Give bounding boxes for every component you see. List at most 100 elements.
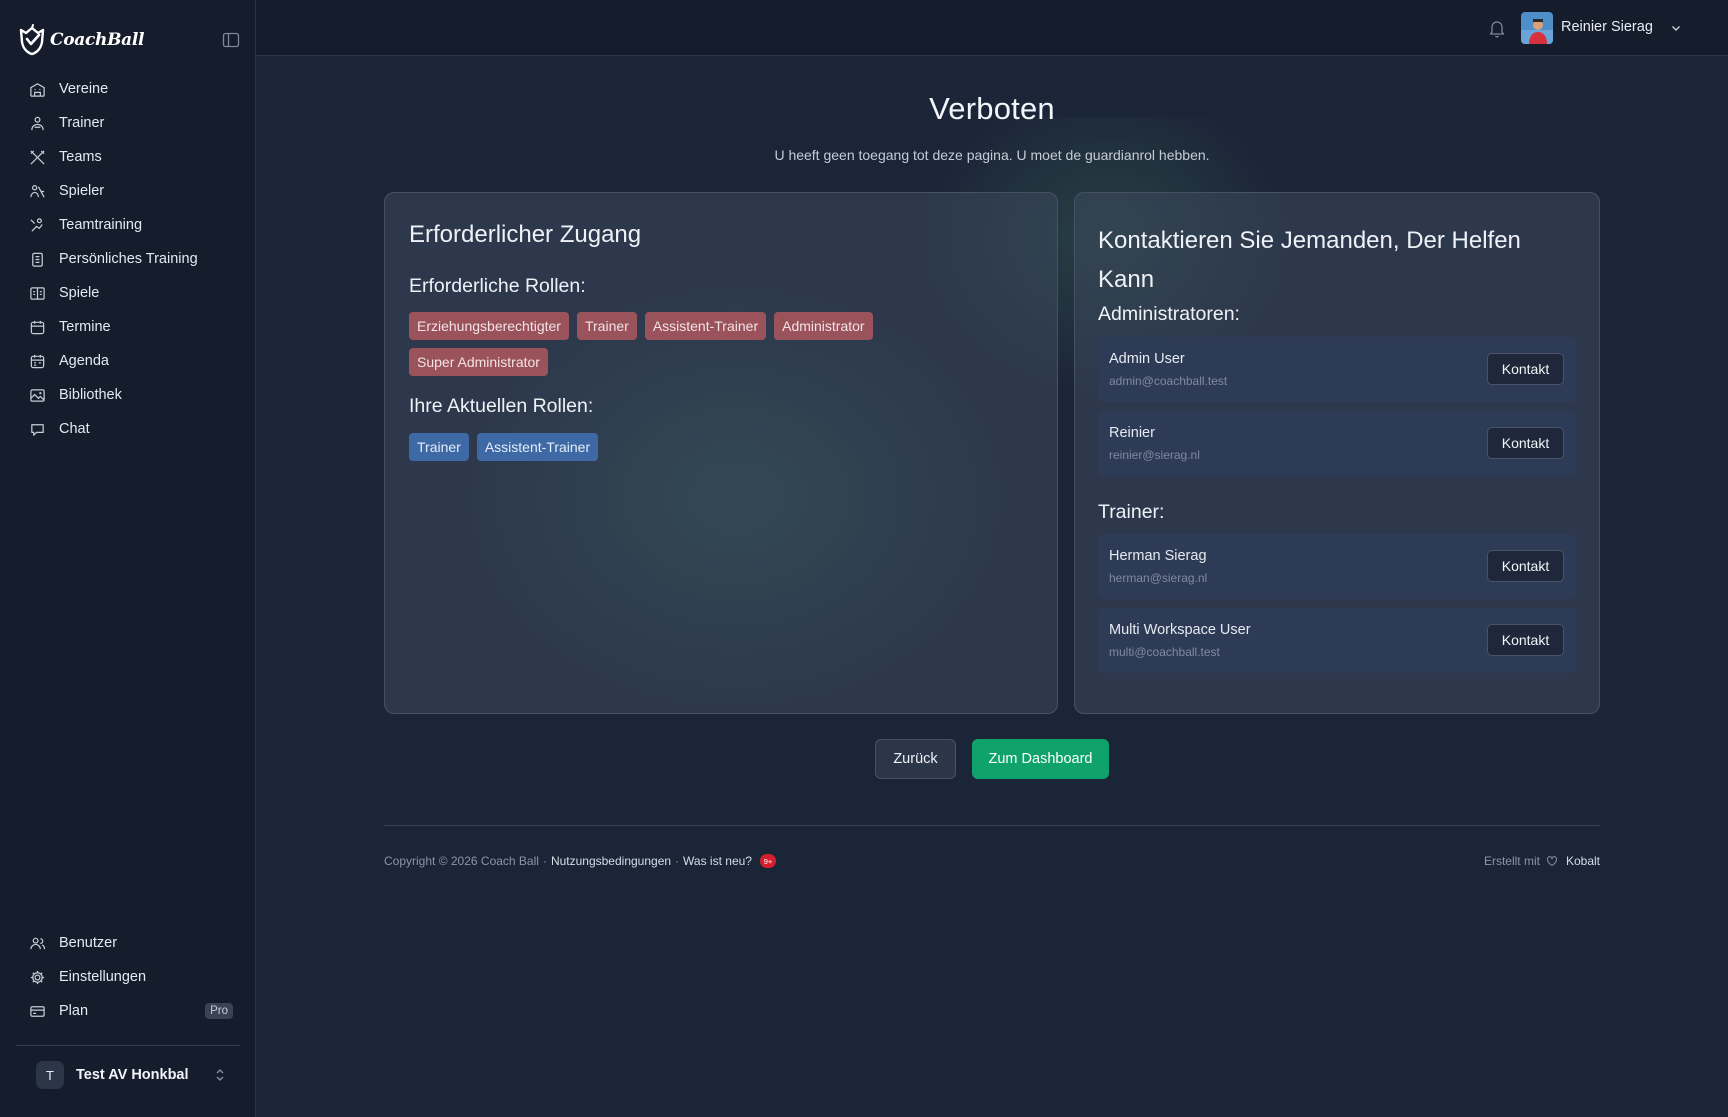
contact-button[interactable]: Kontakt	[1487, 550, 1564, 582]
sidebar-item-label: Spieler	[59, 183, 105, 199]
sidebar-item-label: Teamtraining	[59, 217, 143, 233]
players-icon	[28, 182, 46, 200]
contact-item: Reinier reinier@sierag.nl Kontakt	[1098, 411, 1576, 476]
sidebar-item-einstellungen[interactable]: Einstellungen	[17, 960, 239, 994]
sidebar-item-spieler[interactable]: Spieler	[17, 174, 239, 208]
sidebar-nav: Vereine Trainer Teams Spieler Teamtraini…	[17, 72, 239, 446]
training-icon	[28, 216, 46, 234]
sidebar-divider	[16, 1045, 240, 1046]
page-title: Verboten	[929, 91, 1055, 126]
current-roles-list: Trainer Assistent-Trainer	[409, 433, 929, 461]
dashboard-button[interactable]: Zum Dashboard	[972, 739, 1109, 779]
chevron-up-down-icon	[216, 1069, 224, 1081]
bell-icon[interactable]	[1488, 18, 1506, 38]
required-access-card: Erforderlicher Zugang Erforderliche Roll…	[384, 192, 1058, 714]
footer-separator: ·	[675, 854, 680, 868]
role-badge: Administrator	[774, 312, 873, 340]
footer-left: Copyright © 2026 Coach Ball · Nutzungsbe…	[384, 854, 776, 868]
contact-item: Admin User admin@coachball.test Kontakt	[1098, 337, 1576, 402]
sidebar-bottom-nav: Benutzer Einstellungen Plan Pro	[17, 926, 239, 1028]
sidebar-item-termine[interactable]: Termine	[17, 310, 239, 344]
contact-item: Multi Workspace User multi@coachball.tes…	[1098, 608, 1576, 673]
current-roles-title: Ihre Aktuellen Rollen:	[409, 395, 594, 417]
contact-name: Multi Workspace User	[1109, 622, 1251, 638]
contact-email: multi@coachball.test	[1109, 645, 1220, 659]
sidebar-item-plan[interactable]: Plan Pro	[17, 994, 239, 1028]
sidebar-item-benutzer[interactable]: Benutzer	[17, 926, 239, 960]
required-roles-title: Erforderliche Rollen:	[409, 275, 586, 297]
role-badge: Trainer	[409, 433, 469, 461]
user-photo-icon	[1521, 12, 1553, 44]
sidebar: CoachBall Vereine Trainer Teams Spieler …	[0, 0, 256, 1117]
sidebar-toggle-icon[interactable]	[222, 31, 240, 49]
back-button[interactable]: Zurück	[875, 739, 956, 779]
avatar[interactable]	[1521, 12, 1553, 44]
sidebar-item-label: Benutzer	[59, 935, 118, 951]
terms-link[interactable]: Nutzungsbedingungen	[551, 854, 671, 868]
contact-name: Reinier	[1109, 425, 1155, 441]
contact-button[interactable]: Kontakt	[1487, 427, 1564, 459]
role-badge: Erziehungsberechtigter	[409, 312, 569, 340]
made-with-text: Erstellt mit	[1483, 854, 1540, 868]
clipboard-icon	[28, 250, 46, 268]
sidebar-item-label: Persönliches Training	[59, 251, 198, 267]
sidebar-item-label: Teams	[59, 149, 102, 165]
sidebar-item-persoenliches-training[interactable]: Persönliches Training	[17, 242, 239, 276]
contact-button[interactable]: Kontakt	[1487, 624, 1564, 656]
contact-email: reinier@sierag.nl	[1109, 448, 1200, 462]
sidebar-item-bibliothek[interactable]: Bibliothek	[17, 378, 239, 412]
sidebar-item-spiele[interactable]: Spiele	[17, 276, 239, 310]
crossed-sticks-icon	[28, 148, 46, 166]
sidebar-item-teamtraining[interactable]: Teamtraining	[17, 208, 239, 242]
footer-right: Erstellt mit Kobalt	[1484, 854, 1600, 868]
sidebar-item-label: Termine	[59, 319, 111, 335]
sidebar-item-label: Chat	[59, 421, 90, 437]
contact-title: Kontaktieren Sie Jemanden, Der Helfen Ka…	[1098, 227, 1521, 293]
chevron-down-icon[interactable]	[1670, 22, 1682, 34]
sidebar-item-label: Einstellungen	[59, 969, 147, 985]
heart-icon	[1546, 856, 1557, 867]
sidebar-item-label: Bibliothek	[59, 387, 122, 403]
contact-email: herman@sierag.nl	[1109, 571, 1208, 585]
sidebar-item-teams[interactable]: Teams	[17, 140, 239, 174]
image-icon	[28, 386, 46, 404]
logo-text: CoachBall	[50, 30, 145, 50]
contact-name: Herman Sierag	[1109, 548, 1207, 564]
workspace-switcher[interactable]: T Test AV Honkbal	[36, 1061, 226, 1089]
footer-separator: ·	[542, 854, 547, 868]
role-badge: Assistent-Trainer	[476, 433, 599, 461]
contact-card: Kontaktieren Sie Jemanden, Der Helfen Ka…	[1074, 192, 1600, 714]
sidebar-item-vereine[interactable]: Vereine	[17, 72, 239, 106]
topbar: Reinier Sierag	[256, 0, 1728, 56]
whats-new-badge: 9+	[759, 854, 776, 868]
role-badge: Super Administrator	[409, 348, 548, 376]
whats-new-link[interactable]: Was ist neu?	[683, 854, 752, 868]
agenda-icon	[28, 352, 46, 370]
scoreboard-icon	[28, 284, 46, 302]
sidebar-item-agenda[interactable]: Agenda	[17, 344, 239, 378]
trainer-icon	[28, 114, 46, 132]
required-access-title: Erforderlicher Zugang	[409, 221, 642, 248]
copyright: Copyright © 2026 Coach Ball	[384, 854, 539, 868]
workspace-avatar: T	[36, 1061, 64, 1089]
made-by-link[interactable]: Kobalt	[1566, 854, 1600, 868]
logo[interactable]: CoachBall	[18, 20, 240, 60]
page-subtitle: U heeft geen toegang tot deze pagina. U …	[774, 147, 1210, 163]
gear-icon	[28, 968, 46, 986]
sidebar-item-chat[interactable]: Chat	[17, 412, 239, 446]
calendar-icon	[28, 318, 46, 336]
role-badge: Assistent-Trainer	[644, 312, 767, 340]
users-icon	[28, 934, 46, 952]
building-icon	[28, 80, 46, 98]
sidebar-item-label: Vereine	[59, 81, 109, 97]
contact-item: Herman Sierag herman@sierag.nl Kontakt	[1098, 534, 1576, 599]
coachball-logo-icon	[19, 24, 45, 56]
sidebar-item-trainer[interactable]: Trainer	[17, 106, 239, 140]
sidebar-item-label: Plan	[59, 1003, 89, 1019]
user-name[interactable]: Reinier Sierag	[1561, 19, 1653, 35]
sidebar-item-label: Spiele	[59, 285, 100, 301]
footer-divider	[384, 825, 1600, 826]
required-roles-list: Erziehungsberechtigter Trainer Assistent…	[409, 312, 929, 376]
contact-button[interactable]: Kontakt	[1487, 353, 1564, 385]
contact-email: admin@coachball.test	[1109, 374, 1228, 388]
